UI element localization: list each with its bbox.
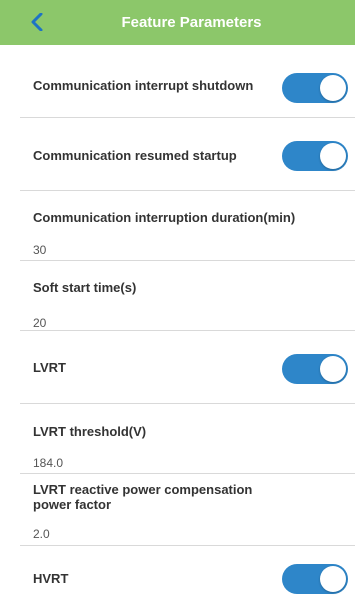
chevron-left-icon xyxy=(31,13,43,31)
setting-row-lvrt-threshold[interactable]: LVRT threshold(V) 184.0 xyxy=(20,404,355,474)
setting-label: Soft start time(s) xyxy=(33,280,137,295)
comm-resumed-startup-toggle[interactable] xyxy=(282,141,348,171)
toggle-knob xyxy=(320,356,346,382)
setting-row-lvrt: LVRT xyxy=(20,331,355,404)
setting-row-soft-start-time[interactable]: Soft start time(s) 20 xyxy=(20,261,355,331)
setting-row-comm-resumed-startup: Communication resumed startup xyxy=(20,118,355,191)
hvrt-toggle[interactable] xyxy=(282,564,348,594)
setting-value: 20 xyxy=(33,316,47,330)
setting-value: 184.0 xyxy=(33,456,64,470)
setting-label: Communication interruption duration(min) xyxy=(33,210,296,225)
setting-label: LVRT reactive power compensation power f… xyxy=(33,482,253,512)
setting-label: LVRT xyxy=(33,360,66,375)
page-title: Feature Parameters xyxy=(121,14,262,31)
setting-value: 2.0 xyxy=(33,527,50,541)
lvrt-toggle[interactable] xyxy=(282,354,348,384)
toggle-knob xyxy=(320,566,346,592)
setting-row-comm-interrupt-shutdown: Communication interrupt shutdown xyxy=(20,45,355,118)
setting-row-hvrt: HVRT xyxy=(20,546,355,608)
setting-row-comm-interrupt-duration[interactable]: Communication interruption duration(min)… xyxy=(20,191,355,261)
back-button[interactable] xyxy=(26,10,48,34)
toggle-knob xyxy=(320,75,346,101)
setting-label: Communication resumed startup xyxy=(33,148,237,163)
comm-interrupt-shutdown-toggle[interactable] xyxy=(282,73,348,103)
header-bar: Feature Parameters xyxy=(0,0,355,45)
setting-label: LVRT threshold(V) xyxy=(33,424,147,439)
toggle-knob xyxy=(320,143,346,169)
setting-label: HVRT xyxy=(33,571,69,586)
setting-label: Communication interrupt shutdown xyxy=(33,78,254,93)
setting-value: 30 xyxy=(33,243,47,257)
setting-row-lvrt-reactive-pf[interactable]: LVRT reactive power compensation power f… xyxy=(20,474,355,546)
